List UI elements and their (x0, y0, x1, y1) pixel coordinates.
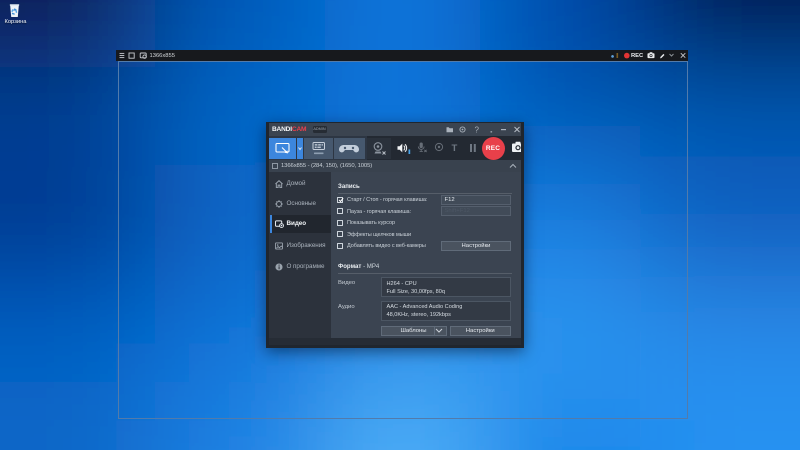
svg-text:T: T (451, 143, 457, 154)
svg-text:?: ? (474, 126, 479, 135)
